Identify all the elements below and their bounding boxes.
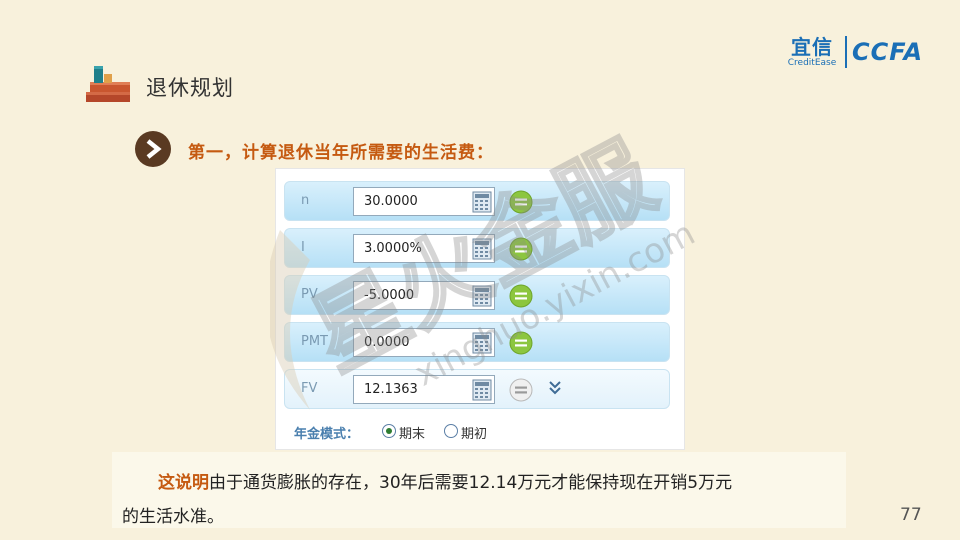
pv-input[interactable]: -5.0000 xyxy=(353,281,495,310)
ccfa-logo: CCFA xyxy=(852,38,924,66)
equals-icon[interactable] xyxy=(509,190,533,214)
equals-icon[interactable] xyxy=(509,284,533,308)
brand-cn: 宜信 xyxy=(791,35,833,59)
fv-value: 12.1363 xyxy=(364,382,418,397)
page-title: 退休规划 xyxy=(146,76,234,100)
calc-row-pv: PV -5.0000 xyxy=(284,275,670,315)
calculator-icon[interactable] xyxy=(472,332,492,354)
annuity-mode-label: 年金模式： xyxy=(294,427,360,442)
n-input[interactable]: 30.0000 xyxy=(353,187,495,216)
brand-en: CreditEase xyxy=(787,58,837,68)
i-value: 3.0000% xyxy=(364,241,422,256)
books-icon xyxy=(86,66,130,102)
calc-row-i: I 3.0000% xyxy=(284,228,670,268)
pv-value: -5.0000 xyxy=(364,288,415,303)
i-input[interactable]: 3.0000% xyxy=(353,234,495,263)
step-heading: 第一，计算退休当年所需要的生活费： xyxy=(188,143,494,163)
row-label: I xyxy=(301,240,305,255)
tvm-calculator-panel: n 30.0000 I 3.0000% PV -5.0000 PMT 0.000… xyxy=(275,168,685,450)
fv-input[interactable]: 12.1363 xyxy=(353,375,495,404)
equals-icon[interactable] xyxy=(509,237,533,261)
equals-icon[interactable] xyxy=(509,378,533,402)
conclusion-note: 这说明由于通货膨胀的存在，30年后需要12.14万元才能保持现在开销5万元 的生… xyxy=(112,452,846,528)
pmt-input[interactable]: 0.0000 xyxy=(353,328,495,357)
note-line-2: 的生活水准。 xyxy=(122,507,224,527)
n-value: 30.0000 xyxy=(364,194,418,209)
radio-checked-icon xyxy=(382,424,396,438)
calculator-icon[interactable] xyxy=(472,191,492,213)
page-number: 77 xyxy=(900,505,922,525)
slide: 宜信 CreditEase CCFA 退休规划 第一，计算退休当年所需要的生活费… xyxy=(0,0,960,540)
note-line-1: 这说明由于通货膨胀的存在，30年后需要12.14万元才能保持现在开销5万元 xyxy=(158,468,732,493)
calc-row-pmt: PMT 0.0000 xyxy=(284,322,670,362)
chevron-right-icon xyxy=(135,131,171,167)
radio-label: 期末 xyxy=(399,427,426,442)
radio-label: 期初 xyxy=(461,427,488,442)
creditease-logo: 宜信 CreditEase xyxy=(786,36,838,70)
note-highlight: 这说明 xyxy=(158,473,209,493)
calculator-icon[interactable] xyxy=(472,379,492,401)
calculator-icon[interactable] xyxy=(472,238,492,260)
row-label: PV xyxy=(301,287,318,302)
calc-row-n: n 30.0000 xyxy=(284,181,670,221)
note-line-1-rest: 由于通货膨胀的存在，30年后需要12.14万元才能保持现在开销5万元 xyxy=(209,473,733,493)
double-chevron-down-icon[interactable] xyxy=(547,380,563,396)
pmt-value: 0.0000 xyxy=(364,335,410,350)
row-label: FV xyxy=(301,381,318,396)
radio-unchecked-icon xyxy=(444,424,458,438)
logo-divider xyxy=(845,36,847,68)
row-label: n xyxy=(301,193,310,208)
calculator-icon[interactable] xyxy=(472,285,492,307)
equals-icon[interactable] xyxy=(509,331,533,355)
row-label: PMT xyxy=(301,334,328,349)
calc-row-fv: FV 12.1363 xyxy=(284,369,670,409)
